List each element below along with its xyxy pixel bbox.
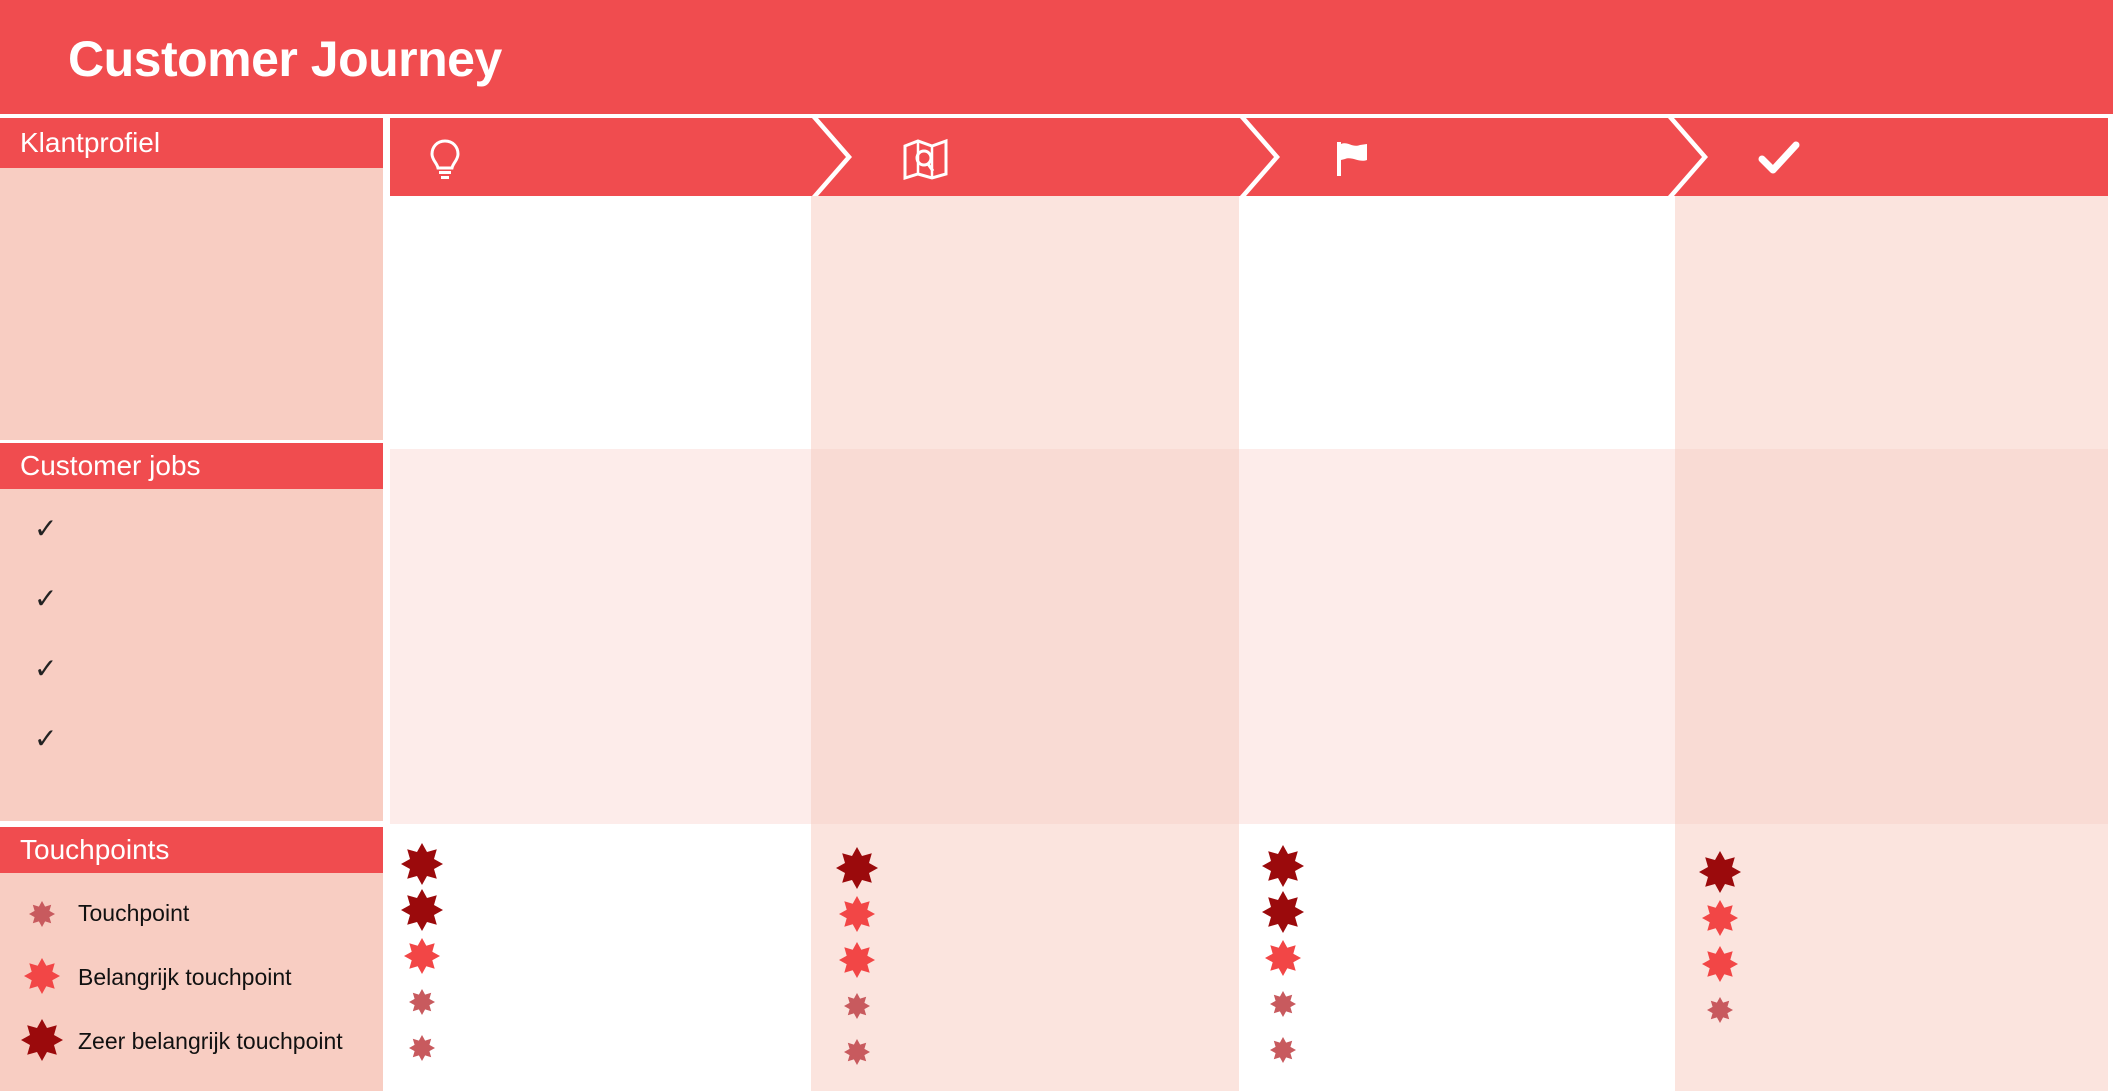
phase-3-jobs-cell	[1239, 449, 1675, 824]
map-search-icon	[903, 138, 948, 180]
phase-3-profile-cell	[1239, 196, 1675, 449]
phase-1-touchpoints-cell	[383, 824, 811, 1091]
legend-important-label: Belangrijk touchpoint	[78, 964, 292, 990]
phase-4-profile-cell	[1675, 196, 2108, 449]
jobs-check-icon: ✓	[34, 583, 58, 614]
flag-icon	[1337, 142, 1367, 176]
phase-3-touchpoints-cell	[1239, 824, 1675, 1091]
jobs-section	[0, 443, 383, 821]
lightbulb-icon	[430, 139, 460, 179]
touchpoints-heading-label: Touchpoints	[20, 834, 170, 865]
checkmark-icon	[1758, 141, 1800, 174]
jobs-check-icon: ✓	[34, 513, 58, 544]
phase-1-profile-cell	[390, 196, 811, 449]
phase-4-arrow	[1674, 118, 2108, 196]
phase-4-touchpoints-cell	[1675, 824, 2108, 1091]
touchpoints-heading: Touchpoints	[0, 827, 383, 873]
phase-1-jobs-cell	[390, 449, 811, 824]
phase-3-arrow	[1246, 118, 1702, 196]
phase-2-profile-cell	[811, 196, 1239, 449]
legend-touchpoint-label: Touchpoint	[78, 900, 190, 926]
phase-2-arrow	[818, 118, 1274, 196]
jobs-check-icon: ✓	[34, 653, 58, 684]
phase-2-touchpoints-cell	[811, 824, 1239, 1091]
phase-4-jobs-cell	[1675, 449, 2108, 824]
jobs-heading-label: Customer jobs	[20, 450, 201, 481]
phase-2-jobs-cell	[811, 449, 1239, 824]
jobs-heading: Customer jobs	[0, 443, 383, 489]
legend-very-important-label: Zeer belangrijk touchpoint	[78, 1028, 343, 1054]
jobs-check-icon: ✓	[34, 723, 58, 754]
